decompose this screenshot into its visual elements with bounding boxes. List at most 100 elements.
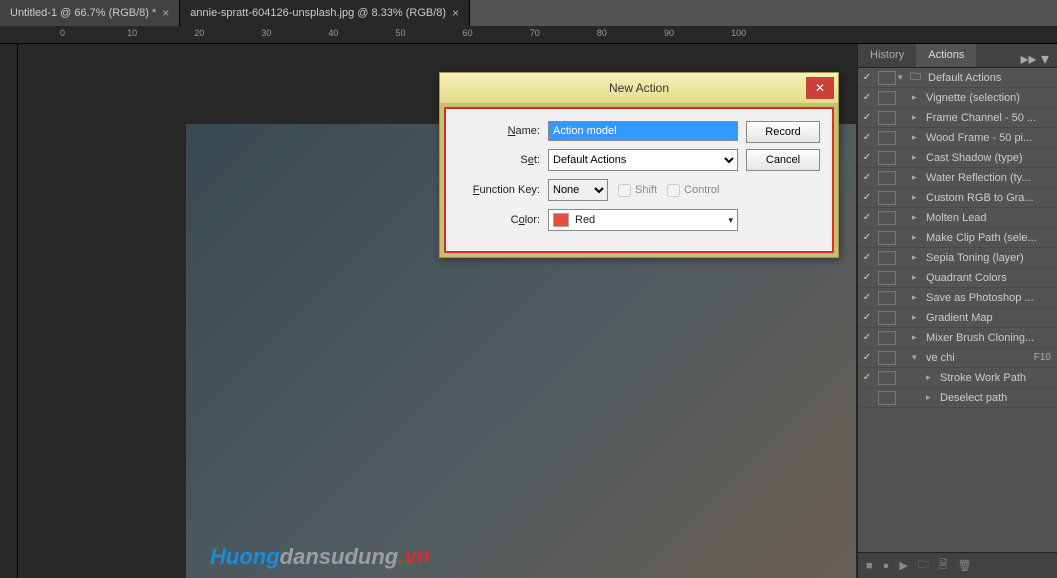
- dialog-toggle-icon[interactable]: [878, 291, 896, 305]
- action-item[interactable]: ✓ ▸ Mixer Brush Cloning...: [858, 328, 1057, 348]
- check-icon[interactable]: ✓: [858, 232, 876, 243]
- dialog-toggle-icon[interactable]: [878, 191, 896, 205]
- collapse-icon[interactable]: ▸: [912, 132, 924, 143]
- tab-label: Untitled-1 @ 66.7% (RGB/8) *: [10, 7, 156, 19]
- collapse-icon[interactable]: ▸: [912, 172, 924, 183]
- ruler-tick: 80: [597, 28, 607, 38]
- collapse-icon[interactable]: ▸: [912, 332, 924, 343]
- check-icon[interactable]: ✓: [858, 192, 876, 203]
- collapse-icon[interactable]: ▸: [912, 272, 924, 283]
- dialog-toggle-icon[interactable]: [878, 371, 896, 385]
- collapse-icon[interactable]: ▸: [912, 232, 924, 243]
- action-item[interactable]: ✓ ▸ Frame Channel - 50 ...: [858, 108, 1057, 128]
- name-input[interactable]: [548, 121, 738, 141]
- check-icon[interactable]: ✓: [858, 272, 876, 283]
- check-icon[interactable]: ✓: [858, 92, 876, 103]
- collapse-icon[interactable]: ▸: [912, 92, 924, 103]
- action-item[interactable]: ✓ ▸ Gradient Map: [858, 308, 1057, 328]
- action-item[interactable]: ✓ ▾ ve chi F10: [858, 348, 1057, 368]
- ruler-tick: 70: [530, 28, 540, 38]
- action-step[interactable]: ▸ Deselect path: [858, 388, 1057, 408]
- trash-icon[interactable]: 🗑: [958, 559, 972, 572]
- dialog-toggle-icon[interactable]: [878, 131, 896, 145]
- function-key-select[interactable]: None: [548, 179, 608, 201]
- record-icon[interactable]: ●: [883, 560, 890, 572]
- check-icon[interactable]: ✓: [858, 212, 876, 223]
- action-item[interactable]: ✓ ▸ Vignette (selection): [858, 88, 1057, 108]
- dialog-toggle-icon[interactable]: [878, 171, 896, 185]
- control-checkbox[interactable]: [667, 184, 680, 197]
- dialog-toggle-icon[interactable]: [878, 311, 896, 325]
- action-item[interactable]: ✓ ▸ Make Clip Path (sele...: [858, 228, 1057, 248]
- panel-menu-icon[interactable]: ▸▸ ▾: [1012, 44, 1057, 67]
- action-set[interactable]: ✓ ▾ 🗀 Default Actions: [858, 68, 1057, 88]
- check-icon[interactable]: ✓: [858, 172, 876, 183]
- dialog-toggle-icon[interactable]: [878, 151, 896, 165]
- check-icon[interactable]: ✓: [858, 352, 876, 363]
- play-icon[interactable]: ▶: [899, 559, 907, 572]
- check-icon[interactable]: ✓: [858, 292, 876, 303]
- close-icon[interactable]: ×: [452, 6, 459, 20]
- action-item[interactable]: ✓ ▸ Cast Shadow (type): [858, 148, 1057, 168]
- dialog-toggle-icon[interactable]: [878, 111, 896, 125]
- collapse-icon[interactable]: ▸: [912, 152, 924, 163]
- action-item[interactable]: ✓ ▸ Molten Lead: [858, 208, 1057, 228]
- collapse-icon[interactable]: ▸: [926, 372, 938, 383]
- collapse-icon[interactable]: ▾: [898, 72, 910, 83]
- collapse-icon[interactable]: ▸: [912, 112, 924, 123]
- dialog-toggle-icon[interactable]: [878, 91, 896, 105]
- check-icon[interactable]: ✓: [858, 72, 876, 83]
- check-icon[interactable]: ✓: [858, 112, 876, 123]
- dialog-toggle-icon[interactable]: [878, 271, 896, 285]
- collapse-icon[interactable]: ▸: [912, 292, 924, 303]
- close-icon[interactable]: ×: [162, 6, 169, 20]
- watermark-part: Huong: [210, 544, 280, 569]
- set-select[interactable]: Default Actions: [548, 149, 738, 171]
- shift-checkbox[interactable]: [618, 184, 631, 197]
- check-icon[interactable]: ✓: [858, 252, 876, 263]
- dialog-titlebar[interactable]: New Action ✕: [440, 73, 838, 103]
- new-action-icon[interactable]: 🗎: [939, 556, 948, 575]
- action-item[interactable]: ✓ ▸ Custom RGB to Gra...: [858, 188, 1057, 208]
- dialog-toggle-icon[interactable]: [878, 211, 896, 225]
- action-label: Gradient Map: [924, 312, 1051, 324]
- chevron-down-icon: ▾: [728, 215, 733, 226]
- check-icon[interactable]: ✓: [858, 152, 876, 163]
- check-icon[interactable]: ✓: [858, 372, 876, 383]
- collapse-icon[interactable]: ▸: [912, 312, 924, 323]
- check-icon[interactable]: ✓: [858, 312, 876, 323]
- check-icon[interactable]: ✓: [858, 332, 876, 343]
- tab-untitled[interactable]: Untitled-1 @ 66.7% (RGB/8) * ×: [0, 0, 180, 26]
- cancel-button[interactable]: Cancel: [746, 149, 820, 171]
- tab-history[interactable]: History: [858, 44, 916, 67]
- close-button[interactable]: ✕: [806, 77, 834, 99]
- action-item[interactable]: ✓ ▸ Wood Frame - 50 pi...: [858, 128, 1057, 148]
- record-button[interactable]: Record: [746, 121, 820, 143]
- tab-image[interactable]: annie-spratt-604126-unsplash.jpg @ 8.33%…: [180, 0, 470, 26]
- action-step[interactable]: ✓ ▸ Stroke Work Path: [858, 368, 1057, 388]
- action-item[interactable]: ✓ ▸ Sepia Toning (layer): [858, 248, 1057, 268]
- dialog-toggle-icon[interactable]: [878, 331, 896, 345]
- collapse-icon[interactable]: ▸: [926, 392, 938, 403]
- action-shortcut: F10: [1034, 352, 1057, 363]
- dialog-toggle-icon[interactable]: [878, 231, 896, 245]
- collapse-icon[interactable]: ▸: [912, 252, 924, 263]
- color-select[interactable]: Red ▾: [548, 209, 738, 231]
- action-label: Make Clip Path (sele...: [924, 232, 1051, 244]
- tab-actions[interactable]: Actions: [916, 44, 976, 67]
- dialog-toggle-icon[interactable]: [878, 251, 896, 265]
- action-item[interactable]: ✓ ▸ Save as Photoshop ...: [858, 288, 1057, 308]
- collapse-icon[interactable]: ▸: [912, 212, 924, 223]
- collapse-icon[interactable]: ▸: [912, 192, 924, 203]
- dialog-toggle-icon[interactable]: [878, 71, 896, 85]
- new-set-icon[interactable]: 🗀: [918, 556, 929, 575]
- dialog-toggle-icon[interactable]: [878, 351, 896, 365]
- action-set-label: Default Actions: [926, 72, 1057, 84]
- collapse-icon[interactable]: ▾: [912, 352, 924, 363]
- dialog-toggle-icon[interactable]: [878, 391, 896, 405]
- action-item[interactable]: ✓ ▸ Water Reflection (ty...: [858, 168, 1057, 188]
- stop-icon[interactable]: ■: [866, 560, 873, 572]
- ruler-tick: 20: [194, 28, 204, 38]
- action-item[interactable]: ✓ ▸ Quadrant Colors: [858, 268, 1057, 288]
- check-icon[interactable]: ✓: [858, 132, 876, 143]
